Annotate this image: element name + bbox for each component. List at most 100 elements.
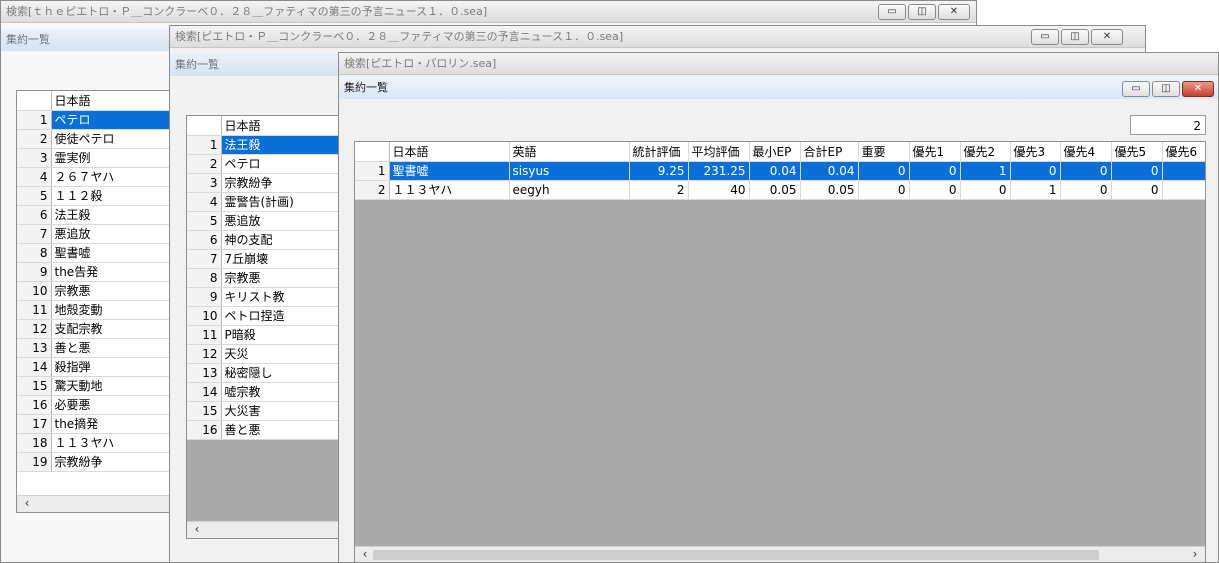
table-cell[interactable]: 0	[1060, 180, 1112, 200]
maximize-icon[interactable]: ◫	[1061, 29, 1089, 45]
table-row[interactable]: 6 神の支配	[187, 230, 345, 250]
table-cell[interactable]: eegyh	[509, 180, 630, 200]
table-row[interactable]: 12 支配宗教	[17, 319, 175, 339]
table-row[interactable]: 4 霊警告(計画)	[187, 192, 345, 212]
cell-japanese[interactable]: 秘密隠し	[221, 363, 345, 383]
table-cell[interactable]: 0.04	[749, 161, 801, 181]
table-cell[interactable]: 聖書嘘	[389, 161, 510, 181]
table-cell[interactable]: 0	[858, 161, 910, 181]
table-row[interactable]: 2 ペテロ	[187, 154, 345, 174]
table-row[interactable]: 13 秘密隠し	[187, 363, 345, 383]
table-row[interactable]: 11 地殻変動	[17, 300, 175, 320]
minimize-icon[interactable]: ▭	[878, 4, 906, 20]
cell-japanese[interactable]: 使徒ペテロ	[51, 129, 175, 149]
chevron-left-icon[interactable]: ‹	[189, 522, 205, 538]
window-3-hscroll[interactable]: ‹ ›	[355, 546, 1205, 562]
cell-japanese[interactable]: 宗教悪	[221, 268, 345, 288]
table-row[interactable]: 10 ペトロ捏造	[187, 306, 345, 326]
scroll-thumb[interactable]	[373, 550, 1099, 560]
cell-japanese[interactable]: 大災害	[221, 401, 345, 421]
table-row[interactable]: 2 使徒ペテロ	[17, 129, 175, 149]
column-header[interactable]: 統計評価	[629, 142, 689, 162]
table-row[interactable]: 12 天災	[187, 344, 345, 364]
close-icon[interactable]: ✕	[938, 4, 970, 20]
table-row[interactable]: 15 驚天動地	[17, 376, 175, 396]
chevron-left-icon[interactable]: ‹	[357, 547, 373, 562]
cell-japanese[interactable]: 善と悪	[51, 338, 175, 358]
window-1-hscroll[interactable]: ‹	[17, 495, 175, 512]
table-row[interactable]: 5 １１２殺	[17, 186, 175, 206]
cell-japanese[interactable]: 嘘宗教	[221, 382, 345, 402]
chevron-right-icon[interactable]: ›	[1187, 547, 1203, 562]
table-row[interactable]: 3 宗教紛争	[187, 173, 345, 193]
column-header[interactable]: 優先4	[1060, 142, 1112, 162]
table-row[interactable]: 9 キリスト教	[187, 287, 345, 307]
column-header[interactable]: 日本語	[51, 91, 175, 111]
table-row[interactable]: 17 the摘発	[17, 414, 175, 434]
cell-japanese[interactable]: 聖書嘘	[51, 243, 175, 263]
cell-japanese[interactable]: キリスト教	[221, 287, 345, 307]
table-row[interactable]: 4 ２６７ヤハ	[17, 167, 175, 187]
cell-japanese[interactable]: 地殻変動	[51, 300, 175, 320]
cell-japanese[interactable]: 驚天動地	[51, 376, 175, 396]
cell-japanese[interactable]: ペトロ捏造	[221, 306, 345, 326]
cell-japanese[interactable]: 7丘崩壊	[221, 249, 345, 269]
table-row[interactable]: 13 善と悪	[17, 338, 175, 358]
column-header[interactable]: 英語	[509, 142, 630, 162]
table-cell[interactable]: 0	[1111, 180, 1163, 200]
cell-japanese[interactable]: １１２殺	[51, 186, 175, 206]
cell-japanese[interactable]: 法王殺	[221, 135, 345, 155]
column-header[interactable]: 最小EP	[749, 142, 801, 162]
table-cell[interactable]: 1	[960, 161, 1011, 181]
column-header[interactable]: 重要	[858, 142, 910, 162]
table-cell[interactable]: 0	[858, 180, 910, 200]
table-row[interactable]: 1 ペテロ	[17, 110, 175, 130]
table-row[interactable]: 2１１３ヤハeegyh2400.050.050001000	[355, 180, 1205, 200]
chevron-left-icon[interactable]: ‹	[19, 496, 35, 512]
maximize-icon[interactable]: ◫	[1152, 81, 1180, 97]
table-row[interactable]: 8 宗教悪	[187, 268, 345, 288]
table-cell[interactable]: 2	[629, 180, 689, 200]
table-cell[interactable]: 0	[909, 180, 961, 200]
column-header[interactable]: 優先1	[909, 142, 961, 162]
column-header[interactable]: 日本語	[221, 116, 345, 136]
table-cell[interactable]: 0.05	[749, 180, 801, 200]
minimize-icon[interactable]: ▭	[1031, 29, 1059, 45]
table-cell[interactable]: sisyus	[509, 161, 630, 181]
table-cell[interactable]: 0	[1162, 161, 1205, 181]
cell-japanese[interactable]: 霊実例	[51, 148, 175, 168]
cell-japanese[interactable]: 宗教悪	[51, 281, 175, 301]
table-row[interactable]: 19 宗教紛争	[17, 452, 175, 472]
close-icon[interactable]: ✕	[1091, 29, 1123, 45]
cell-japanese[interactable]: 宗教紛争	[221, 173, 345, 193]
table-row[interactable]: 16 必要悪	[17, 395, 175, 415]
cell-japanese[interactable]: 殺指弾	[51, 357, 175, 377]
table-cell[interactable]: 0	[1060, 161, 1112, 181]
column-header[interactable]: 優先3	[1010, 142, 1061, 162]
table-row[interactable]: 16 善と悪	[187, 420, 345, 440]
cell-japanese[interactable]: 善と悪	[221, 420, 345, 440]
table-row[interactable]: 3 霊実例	[17, 148, 175, 168]
table-row[interactable]: 5 悪追放	[187, 211, 345, 231]
cell-japanese[interactable]: ２６７ヤハ	[51, 167, 175, 187]
cell-japanese[interactable]: the摘発	[51, 414, 175, 434]
table-row[interactable]: 9 the告発	[17, 262, 175, 282]
table-row[interactable]: 14 殺指弾	[17, 357, 175, 377]
column-header[interactable]: 合計EP	[800, 142, 859, 162]
table-cell[interactable]: 1	[1010, 180, 1061, 200]
cell-japanese[interactable]: 必要悪	[51, 395, 175, 415]
column-header[interactable]: 優先5	[1111, 142, 1163, 162]
table-cell[interactable]: 9.25	[629, 161, 689, 181]
minimize-icon[interactable]: ▭	[1122, 81, 1150, 97]
table-row[interactable]: 1 法王殺	[187, 135, 345, 155]
cell-japanese[interactable]: 天災	[221, 344, 345, 364]
cell-japanese[interactable]: 悪追放	[221, 211, 345, 231]
table-row[interactable]: 8 聖書嘘	[17, 243, 175, 263]
cell-japanese[interactable]: 法王殺	[51, 205, 175, 225]
table-cell[interactable]: 0	[960, 180, 1011, 200]
maximize-icon[interactable]: ◫	[908, 4, 936, 20]
table-row[interactable]: 15 大災害	[187, 401, 345, 421]
table-row[interactable]: 1聖書嘘sisyus9.25231.250.040.040010000	[355, 161, 1205, 181]
table-row[interactable]: 7 悪追放	[17, 224, 175, 244]
cell-japanese[interactable]: the告発	[51, 262, 175, 282]
